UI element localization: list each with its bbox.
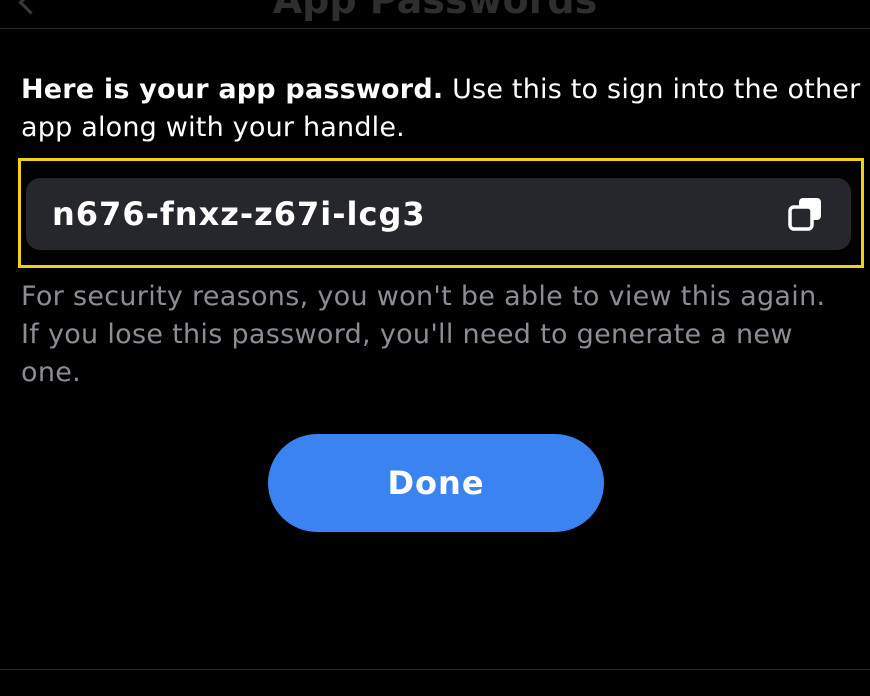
security-warning-text: For security reasons, you won't be able … <box>21 281 826 388</box>
app-password-sheet: Here is your app password. Use this to s… <box>0 28 870 669</box>
done-button[interactable]: Done <box>268 434 604 532</box>
background-header: App Passwords <box>0 0 870 28</box>
intro-bold-text: Here is your app password. <box>21 74 444 105</box>
password-field[interactable]: n676-fnxz-z67i-lcg3 <box>26 178 851 250</box>
background-page-title: App Passwords <box>272 0 598 22</box>
bottom-divider <box>0 669 870 670</box>
intro-text: Here is your app password. Use this to s… <box>21 71 861 147</box>
copy-icon[interactable] <box>787 196 823 232</box>
password-value: n676-fnxz-z67i-lcg3 <box>52 195 426 233</box>
